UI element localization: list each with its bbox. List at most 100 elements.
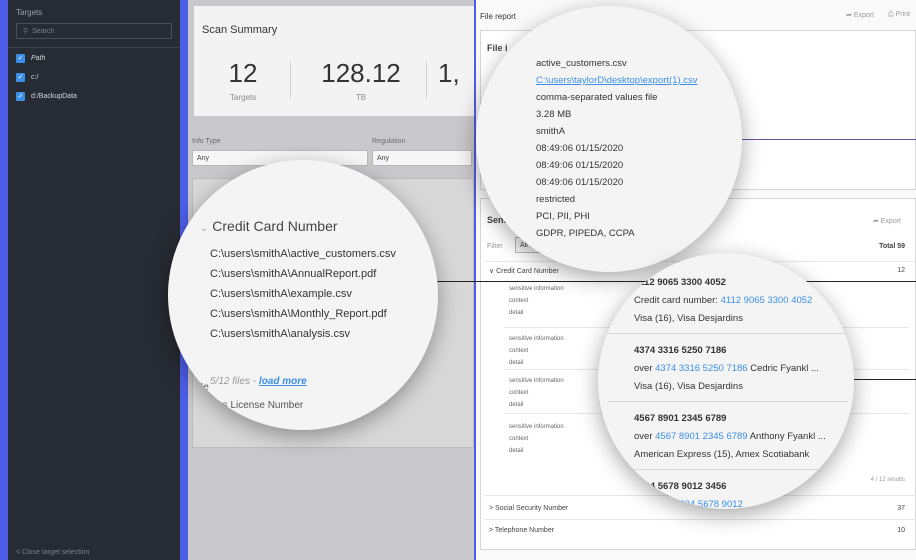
context-text: over bbox=[634, 363, 656, 374]
card-number: 4112 9065 3300 4052 bbox=[634, 277, 726, 288]
divider bbox=[608, 469, 848, 470]
created-time: 08:49:06 01/15/2020 bbox=[536, 143, 624, 154]
total-count: Total 59 bbox=[879, 243, 905, 250]
stat-targets: 12 Targets bbox=[208, 58, 278, 102]
stat-label: TB bbox=[355, 93, 367, 102]
export-button[interactable]: ➦ Export bbox=[846, 11, 874, 19]
access-level: restricted bbox=[536, 194, 576, 205]
select-value: Any bbox=[197, 154, 210, 162]
file-link[interactable]: C:\users\smithA\Monthly_Report.pdf bbox=[210, 308, 387, 320]
target-item-c[interactable]: ✓ c:/ bbox=[8, 67, 180, 86]
magnifier-file-info: active_customers.csv C:\users\taylorD\de… bbox=[476, 6, 742, 272]
select-value: Any bbox=[377, 154, 390, 162]
regulations: GDPR, PIPEDA, CCPA bbox=[536, 228, 635, 239]
card-number: 1234 5678 9012 3456 bbox=[634, 481, 727, 492]
detail-label: detail bbox=[509, 360, 524, 366]
divider bbox=[426, 62, 427, 98]
categories: PCI, PII, PHI bbox=[536, 211, 590, 222]
file-info-heading: File i bbox=[487, 43, 508, 53]
accessed-time: 08:49:06 01/15/2020 bbox=[536, 177, 624, 188]
context-text: Anthony Fyankl ... bbox=[747, 431, 826, 442]
detail-labels-3: sensitive information context detail bbox=[509, 375, 564, 411]
modified-time: 08:49:06 01/15/2020 bbox=[536, 160, 624, 171]
file-link[interactable]: C:\users\smithA\active_customers.csv bbox=[210, 248, 396, 260]
targets-sidebar: Targets ⚲ Search ✓ Path ✓ c:/ ✓ d:/Backu… bbox=[8, 0, 180, 560]
regulation-label: Regulation bbox=[372, 138, 406, 145]
heading-label: Credit Card Number bbox=[212, 218, 338, 234]
magnifier-file-list: ⌄ Credit Card Number C:\users\smithA\act… bbox=[168, 160, 438, 430]
stat-size: 128.12 TB bbox=[306, 58, 416, 102]
card-number: 4374 3316 5250 7186 bbox=[634, 345, 727, 356]
info-type-label: Info Type bbox=[192, 138, 221, 145]
search-icon: ⚲ bbox=[23, 28, 29, 35]
print-button[interactable]: ⎙ Print bbox=[888, 11, 910, 19]
detail-label: detail bbox=[509, 310, 524, 316]
context-number: 4567 8901 2345 6789 bbox=[655, 431, 748, 442]
footer-label: Close target selection bbox=[22, 549, 90, 556]
card-context: over 4374 3316 5250 7186 Cedric Fyankl .… bbox=[634, 363, 819, 374]
detail-labels-4: sensitive information context detail bbox=[509, 421, 564, 457]
detail-labels-1: sensitive information context detail bbox=[509, 283, 564, 319]
context-number: 4112 9065 3300 4052 bbox=[720, 295, 813, 306]
file-link[interactable]: C:\users\smithA\example.csv bbox=[210, 288, 352, 300]
scan-summary-card: Scan Summary 12 Targets 128.12 TB 1, bbox=[194, 6, 474, 116]
checkbox-icon[interactable]: ✓ bbox=[16, 92, 25, 101]
target-label: d:/BackupData bbox=[31, 93, 77, 100]
stat-value: 12 bbox=[228, 58, 258, 88]
search-placeholder: Search bbox=[32, 27, 55, 35]
target-label: Path bbox=[31, 55, 46, 62]
magnifier-card-details: 4112 9065 3300 4052 Credit card number: … bbox=[598, 253, 854, 509]
file-link[interactable]: C:\users\smithA\analysis.csv bbox=[210, 328, 350, 340]
list-item[interactable]: Drivers License Number bbox=[196, 400, 303, 411]
export-label: Export bbox=[853, 12, 875, 19]
chevron-down-icon: ⌄ bbox=[200, 223, 209, 234]
stat-label: Targets bbox=[229, 93, 257, 102]
card-detail: Visa (16), Visa Desjardins bbox=[634, 381, 743, 392]
list-item[interactable]: Postal Code bbox=[196, 420, 250, 430]
close-target-selection[interactable]: < Close target selection bbox=[16, 549, 89, 556]
target-item-d[interactable]: ✓ d:/BackupData bbox=[8, 86, 180, 105]
detail-label: context bbox=[509, 298, 529, 304]
detail-label: context bbox=[509, 436, 529, 442]
ssn-count: 37 bbox=[897, 505, 905, 512]
info-type-heading[interactable]: ⌄ Credit Card Number bbox=[200, 218, 338, 234]
divider bbox=[608, 333, 848, 334]
context-text: number : bbox=[634, 499, 675, 509]
card-detail: American Express (15), Amex Scotiabank bbox=[634, 449, 810, 460]
detail-label: sensitive information bbox=[509, 378, 564, 384]
scan-title: Scan Summary bbox=[202, 24, 278, 36]
target-item-path[interactable]: ✓ Path bbox=[8, 48, 180, 67]
file-link[interactable]: C:\users\smithA\AnnualReport.pdf bbox=[210, 268, 376, 280]
checkbox-icon[interactable]: ✓ bbox=[16, 73, 25, 82]
detail-label: sensitive information bbox=[509, 424, 564, 430]
connector-line bbox=[736, 139, 916, 140]
connector-line bbox=[848, 379, 916, 380]
context-number: 4374 3316 5250 7186 bbox=[655, 363, 748, 374]
file-owner: smithA bbox=[536, 126, 566, 137]
checkbox-icon[interactable]: ✓ bbox=[16, 54, 25, 63]
detail-label: context bbox=[509, 390, 529, 396]
load-more-link[interactable]: load more bbox=[259, 376, 307, 387]
load-more-row: 5/12 files - load more bbox=[210, 376, 307, 387]
chevron-left-icon: < bbox=[16, 549, 21, 556]
file-report-title: File report bbox=[480, 12, 517, 21]
divider bbox=[485, 519, 916, 520]
pagination: 4 / 12 results bbox=[870, 477, 905, 483]
card-number: 4567 8901 2345 6789 bbox=[634, 413, 727, 424]
file-size: 3.28 MB bbox=[536, 109, 572, 120]
export-button[interactable]: ➦ Export bbox=[873, 217, 901, 225]
cc-row[interactable]: ∨ Credit Card Number bbox=[489, 267, 559, 275]
phone-row[interactable]: > Telephone Number bbox=[489, 527, 554, 534]
file-path-link[interactable]: C:\users\taylorD\desktop\export(1).csv bbox=[536, 75, 698, 86]
context-text: over bbox=[634, 431, 656, 442]
file-type: comma-separated values file bbox=[536, 92, 658, 103]
card-context: Credit card number: 4112 9065 3300 4052 bbox=[634, 295, 812, 306]
export-label: Export bbox=[880, 218, 901, 225]
regulation-select[interactable]: Any bbox=[372, 150, 472, 166]
row-label: Credit Card Number bbox=[496, 268, 559, 275]
list-item[interactable]: He bbox=[196, 382, 209, 393]
search-input[interactable]: ⚲ Search bbox=[16, 23, 172, 39]
ssn-row[interactable]: > Social Security Number bbox=[489, 505, 568, 512]
detail-label: context bbox=[509, 348, 529, 354]
detail-label: detail bbox=[509, 448, 524, 454]
